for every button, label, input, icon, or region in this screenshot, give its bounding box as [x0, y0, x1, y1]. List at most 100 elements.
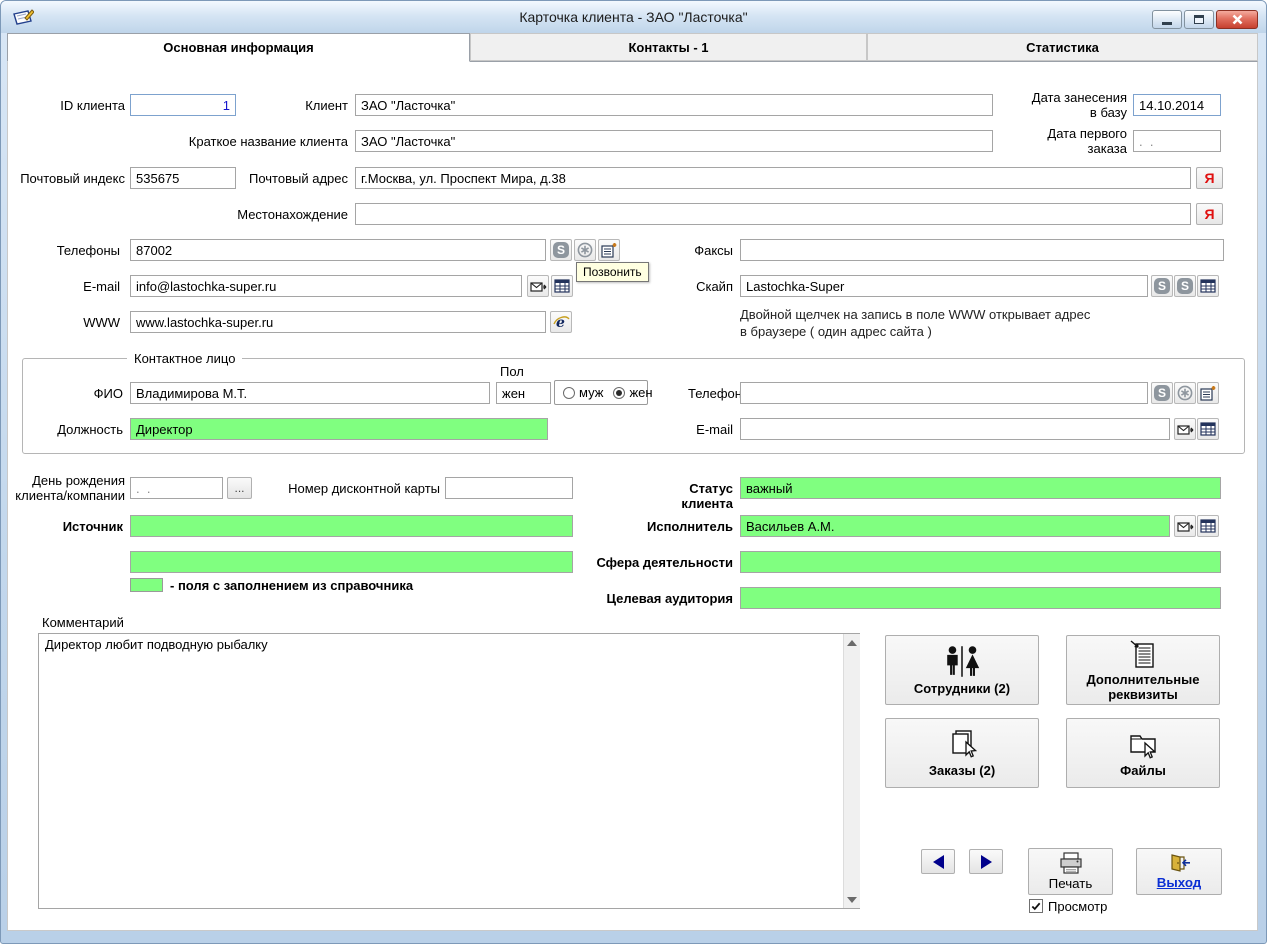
files-button[interactable]: Файлы: [1066, 718, 1220, 788]
dial-phone-button[interactable]: [598, 239, 620, 261]
skype-list-button[interactable]: [1197, 275, 1219, 297]
contact-group-title: Контактное лицо: [127, 351, 242, 366]
dial-phone-button-2[interactable]: [1197, 382, 1219, 404]
mail-send-icon: [1177, 519, 1194, 534]
asterisk-icon: [577, 242, 593, 258]
manager-label: Исполнитель: [628, 519, 733, 534]
client-card-window: Карточка клиента - ЗАО "Ласточка" Основн…: [0, 0, 1267, 944]
radio-male-icon: [563, 387, 575, 399]
first-order-date-label: Дата первого заказа: [1022, 126, 1127, 156]
comment-textarea[interactable]: Директор любит подводную рыбалку: [38, 633, 860, 909]
asterisk-pbx-button[interactable]: [574, 239, 596, 261]
arrow-right-icon: [981, 855, 992, 869]
asterisk-pbx-button-2[interactable]: [1174, 382, 1196, 404]
dial-phone-icon: [1200, 385, 1217, 401]
www-field[interactable]: [130, 311, 546, 333]
dial-phone-icon: [601, 242, 618, 258]
radio-female-icon: [613, 387, 625, 399]
files-folder-icon: [1126, 728, 1160, 760]
print-button[interactable]: Печать: [1028, 848, 1113, 895]
table-icon: [554, 279, 570, 293]
comment-scrollbar[interactable]: [843, 634, 860, 908]
scroll-up-arrow[interactable]: [844, 634, 860, 651]
employees-icon: [941, 645, 983, 678]
www-label: WWW: [68, 315, 120, 330]
mail-send-icon: [530, 279, 547, 294]
manager-list-button[interactable]: [1197, 515, 1219, 537]
exit-button[interactable]: Выход: [1136, 848, 1222, 895]
skype-call-button-2[interactable]: S: [1151, 275, 1173, 297]
short-name-field[interactable]: [355, 130, 993, 152]
email-field[interactable]: [130, 275, 522, 297]
location-field[interactable]: [355, 203, 1191, 225]
discount-card-field[interactable]: [445, 477, 573, 499]
gender-radio-group: муж жен: [554, 380, 648, 405]
open-browser-button[interactable]: e: [550, 311, 572, 333]
client-id-field[interactable]: [130, 94, 236, 116]
contact-phone-label: Телефон: [688, 386, 733, 401]
location-label: Местонахождение: [215, 207, 348, 222]
gender-option-female[interactable]: жен: [613, 385, 652, 400]
phones-field[interactable]: [130, 239, 546, 261]
next-record-button[interactable]: [969, 849, 1003, 874]
checkmark-icon: [1031, 902, 1041, 911]
www-note-line2: в браузере ( один адрес сайта ): [740, 323, 1240, 340]
faxes-label: Факсы: [680, 243, 733, 258]
position-field[interactable]: [130, 418, 548, 440]
postal-code-field[interactable]: [130, 167, 236, 189]
yandex-map-button-address[interactable]: Я: [1196, 167, 1223, 189]
client-status-label: Статус клиента: [638, 481, 733, 511]
first-order-date-field[interactable]: [1133, 130, 1221, 152]
arrow-left-icon: [933, 855, 944, 869]
orders-button[interactable]: Заказы (2): [885, 718, 1039, 788]
activity-label: Сфера деятельности: [593, 555, 733, 570]
birthday-browse-button[interactable]: ...: [227, 477, 252, 499]
source-extra-field[interactable]: [130, 551, 573, 573]
scroll-down-arrow[interactable]: [844, 891, 860, 908]
skype-call-button-3[interactable]: S: [1151, 382, 1173, 404]
date-added-field[interactable]: [1133, 94, 1221, 116]
prev-record-button[interactable]: [921, 849, 955, 874]
employees-button[interactable]: Сотрудники (2): [885, 635, 1039, 705]
legend-green-swatch: [130, 578, 163, 592]
yandex-map-button-location[interactable]: Я: [1196, 203, 1223, 225]
mail-send-icon: [1177, 422, 1194, 437]
table-icon: [1200, 279, 1216, 293]
preview-checkbox[interactable]: [1029, 899, 1043, 913]
contact-email-field[interactable]: [740, 418, 1170, 440]
postal-address-label: Почтовый адрес: [240, 171, 348, 186]
source-field[interactable]: [130, 515, 573, 537]
email-list-button-2[interactable]: [1197, 418, 1219, 440]
skype-call-button[interactable]: S: [550, 239, 572, 261]
position-label: Должность: [45, 422, 123, 437]
birthday-field[interactable]: [130, 477, 223, 499]
skype-label: Скайп: [683, 279, 733, 294]
email-list-button[interactable]: [551, 275, 573, 297]
send-mail-button-3[interactable]: [1174, 515, 1196, 537]
skype-field[interactable]: [740, 275, 1148, 297]
client-name-field[interactable]: [355, 94, 993, 116]
contact-phone-field[interactable]: [740, 382, 1148, 404]
audience-field[interactable]: [740, 587, 1221, 609]
comment-label: Комментарий: [42, 615, 162, 630]
asterisk-icon: [1177, 385, 1193, 401]
fio-label: ФИО: [85, 386, 123, 401]
orders-icon: [946, 728, 978, 760]
send-mail-button[interactable]: [527, 275, 549, 297]
source-label: Источник: [38, 519, 123, 534]
client-label: Клиент: [268, 98, 348, 113]
activity-field[interactable]: [740, 551, 1221, 573]
skype-chat-button[interactable]: S: [1174, 275, 1196, 297]
send-mail-button-2[interactable]: [1174, 418, 1196, 440]
gender-text-field[interactable]: [496, 382, 551, 404]
fio-field[interactable]: [130, 382, 490, 404]
postal-address-field[interactable]: [355, 167, 1191, 189]
faxes-field[interactable]: [740, 239, 1224, 261]
tab-main-info[interactable]: Основная информация: [7, 33, 470, 62]
manager-field[interactable]: [740, 515, 1170, 537]
short-name-label: Краткое название клиента: [148, 134, 348, 149]
skype-icon: S: [1154, 385, 1170, 401]
client-status-field[interactable]: [740, 477, 1221, 499]
gender-option-male[interactable]: муж: [563, 385, 603, 400]
extra-requisites-button[interactable]: Дополнительные реквизиты: [1066, 635, 1220, 705]
